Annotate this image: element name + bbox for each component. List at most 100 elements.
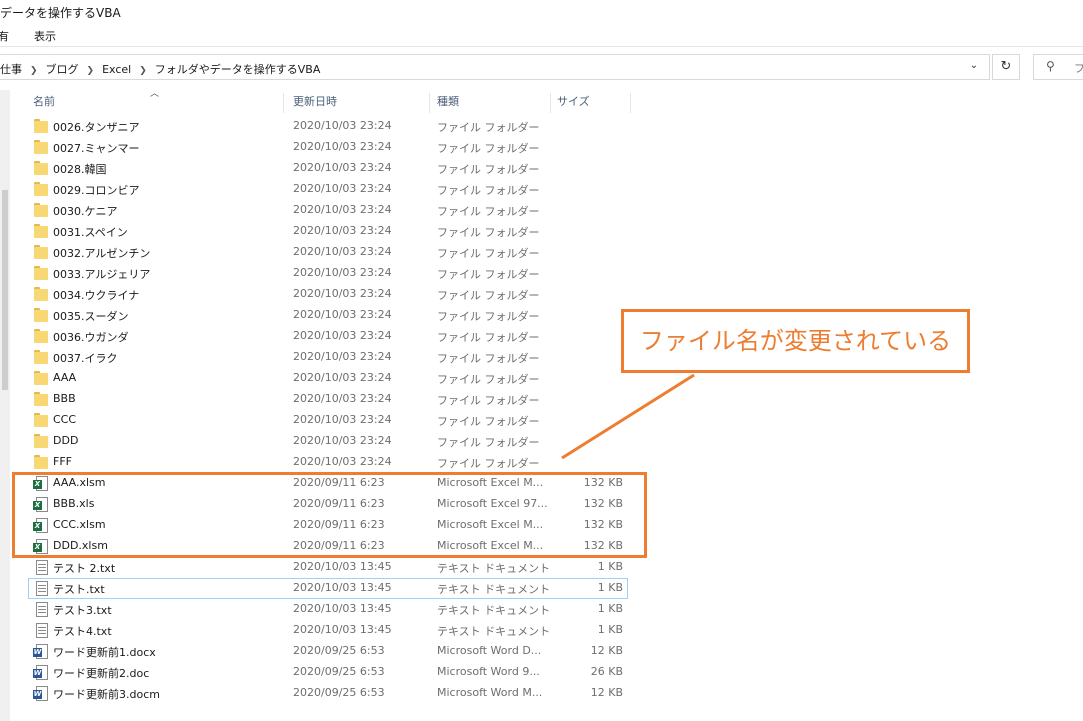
folder-icon: [33, 119, 49, 134]
folder-icon: [33, 140, 49, 155]
breadcrumb-item-work[interactable]: 仕事: [0, 63, 22, 76]
file-row[interactable]: 0036.ウガンダ 2020/10/03 23:24 ファイル フォルダー: [28, 326, 628, 347]
file-row[interactable]: 0033.アルジェリア 2020/10/03 23:24 ファイル フォルダー: [28, 263, 628, 284]
breadcrumb-chevron-icon[interactable]: ❯: [30, 66, 38, 76]
file-row[interactable]: テスト.txt 2020/10/03 13:45 テキスト ドキュメント 1 KB: [28, 578, 628, 599]
file-type: Microsoft Word M...: [437, 686, 543, 699]
file-row[interactable]: 0027.ミャンマー 2020/10/03 23:24 ファイル フォルダー: [28, 137, 628, 158]
file-type: ファイル フォルダー: [437, 121, 540, 134]
file-row[interactable]: 0035.スーダン 2020/10/03 23:24 ファイル フォルダー: [28, 305, 628, 326]
file-row[interactable]: 0037.イラク 2020/10/03 23:24 ファイル フォルダー: [28, 347, 628, 368]
file-modified-date: 2020/10/03 23:24: [293, 182, 392, 195]
folder-icon: [33, 161, 49, 176]
word-icon: W: [33, 665, 49, 680]
folder-icon: [33, 287, 49, 302]
breadcrumb-item-current[interactable]: フォルダやデータを操作するVBA: [155, 63, 321, 76]
column-divider[interactable]: [630, 93, 631, 113]
folder-icon: [33, 266, 49, 281]
column-header-date[interactable]: 更新日時: [293, 90, 337, 114]
file-name: CCC: [53, 413, 77, 426]
ribbon-tab-view[interactable]: 表示: [34, 28, 56, 44]
refresh-button[interactable]: ↻: [992, 54, 1020, 80]
file-modified-date: 2020/10/03 13:45: [293, 581, 392, 594]
file-type: ファイル フォルダー: [437, 373, 540, 386]
file-row[interactable]: W ワード更新前1.docx 2020/09/25 6:53 Microsoft Wo…: [28, 641, 628, 662]
column-header: 名前 更新日時 種類 サイズ: [28, 90, 638, 114]
file-row[interactable]: W ワード更新前3.docm 2020/09/25 6:53 Microsoft Wo…: [28, 683, 628, 704]
folder-icon: [33, 371, 49, 386]
search-icon: ⚲: [1046, 59, 1055, 73]
file-name: AAA: [53, 371, 77, 384]
file-row[interactable]: テスト 2.txt 2020/10/03 13:45 テキスト ドキュメント 1 KB: [28, 557, 628, 578]
file-modified-date: 2020/10/03 23:24: [293, 140, 392, 153]
file-row[interactable]: 0032.アルゼンチン 2020/10/03 23:24 ファイル フォルダー: [28, 242, 628, 263]
file-row[interactable]: テスト4.txt 2020/10/03 13:45 テキスト ドキュメント 1 KB: [28, 620, 628, 641]
folder-icon: [33, 203, 49, 218]
file-size: 1 KB: [597, 560, 623, 573]
ribbon-tab-share[interactable]: 有: [0, 28, 9, 44]
file-name: テスト 2.txt: [53, 562, 116, 575]
search-placeholder: フ: [1074, 62, 1083, 75]
folder-icon: [33, 224, 49, 239]
file-row[interactable]: テスト3.txt 2020/10/03 13:45 テキスト ドキュメント 1 KB: [28, 599, 628, 620]
file-size: 1 KB: [597, 602, 623, 615]
file-type: ファイル フォルダー: [437, 436, 540, 449]
file-modified-date: 2020/10/03 23:24: [293, 224, 392, 237]
file-modified-date: 2020/10/03 13:45: [293, 602, 392, 615]
column-header-type[interactable]: 種類: [437, 90, 459, 114]
file-size: 12 KB: [590, 686, 623, 699]
column-divider[interactable]: [283, 93, 284, 113]
file-row[interactable]: 0026.タンザニア 2020/10/03 23:24 ファイル フォルダー: [28, 116, 628, 137]
file-size: 1 KB: [597, 623, 623, 636]
column-header-size[interactable]: サイズ: [557, 90, 590, 114]
file-row[interactable]: CCC 2020/10/03 23:24 ファイル フォルダー: [28, 410, 628, 431]
file-type: Microsoft Word D...: [437, 644, 542, 657]
file-row[interactable]: 0028.韓国 2020/10/03 23:24 ファイル フォルダー: [28, 158, 628, 179]
file-row[interactable]: 0031.スペイン 2020/10/03 23:24 ファイル フォルダー: [28, 221, 628, 242]
file-type: ファイル フォルダー: [437, 331, 540, 344]
file-name: テスト.txt: [53, 583, 105, 596]
file-name: 0029.コロンビア: [53, 184, 140, 197]
search-input[interactable]: ⚲ フ: [1033, 54, 1083, 80]
file-row[interactable]: AAA 2020/10/03 23:24 ファイル フォルダー: [28, 368, 628, 389]
file-row[interactable]: 0030.ケニア 2020/10/03 23:24 ファイル フォルダー: [28, 200, 628, 221]
file-row[interactable]: 0029.コロンビア 2020/10/03 23:24 ファイル フォルダー: [28, 179, 628, 200]
annotation-callout: ファイル名が変更されている: [621, 309, 970, 373]
file-row[interactable]: DDD 2020/10/03 23:24 ファイル フォルダー: [28, 431, 628, 452]
file-row[interactable]: FFF 2020/10/03 23:24 ファイル フォルダー: [28, 452, 628, 473]
file-type: ファイル フォルダー: [437, 184, 540, 197]
breadcrumb-item-blog[interactable]: ブログ: [46, 63, 79, 76]
file-type: テキスト ドキュメント: [437, 625, 549, 638]
file-type: ファイル フォルダー: [437, 142, 540, 155]
breadcrumb-item-excel[interactable]: Excel: [102, 63, 131, 76]
breadcrumb-chevron-icon[interactable]: ❯: [139, 66, 147, 76]
scrollbar-thumb[interactable]: [2, 190, 8, 390]
file-name: DDD: [53, 434, 79, 447]
breadcrumb-chevron-icon[interactable]: ❯: [87, 66, 95, 76]
file-name: 0032.アルゼンチン: [53, 247, 151, 260]
file-row[interactable]: BBB 2020/10/03 23:24 ファイル フォルダー: [28, 389, 628, 410]
file-name: ワード更新前1.docx: [53, 646, 156, 659]
file-name: 0028.韓国: [53, 163, 107, 176]
file-modified-date: 2020/10/03 23:24: [293, 308, 392, 321]
file-type: ファイル フォルダー: [437, 289, 540, 302]
file-modified-date: 2020/10/03 23:24: [293, 371, 392, 384]
file-modified-date: 2020/10/03 23:24: [293, 161, 392, 174]
address-bar[interactable]: 仕事 ❯ ブログ ❯ Excel ❯ フォルダやデータを操作するVBA ⌄: [0, 54, 990, 80]
file-row[interactable]: W ワード更新前2.doc 2020/09/25 6:53 Microsoft Wor…: [28, 662, 628, 683]
column-header-name[interactable]: 名前: [33, 90, 55, 114]
file-modified-date: 2020/10/03 23:24: [293, 329, 392, 342]
file-name: テスト4.txt: [53, 625, 112, 638]
file-modified-date: 2020/10/03 23:24: [293, 287, 392, 300]
file-type: Microsoft Word 9...: [437, 665, 540, 678]
chevron-down-icon[interactable]: ⌄: [965, 60, 983, 78]
folder-icon: [33, 329, 49, 344]
file-modified-date: 2020/10/03 23:24: [293, 434, 392, 447]
file-type: ファイル フォルダー: [437, 310, 540, 323]
navigation-pane-scrollbar[interactable]: [0, 90, 10, 721]
file-modified-date: 2020/10/03 23:24: [293, 392, 392, 405]
file-modified-date: 2020/10/03 23:24: [293, 350, 392, 363]
column-divider[interactable]: [429, 93, 430, 113]
file-row[interactable]: 0034.ウクライナ 2020/10/03 23:24 ファイル フォルダー: [28, 284, 628, 305]
column-divider[interactable]: [550, 93, 551, 113]
